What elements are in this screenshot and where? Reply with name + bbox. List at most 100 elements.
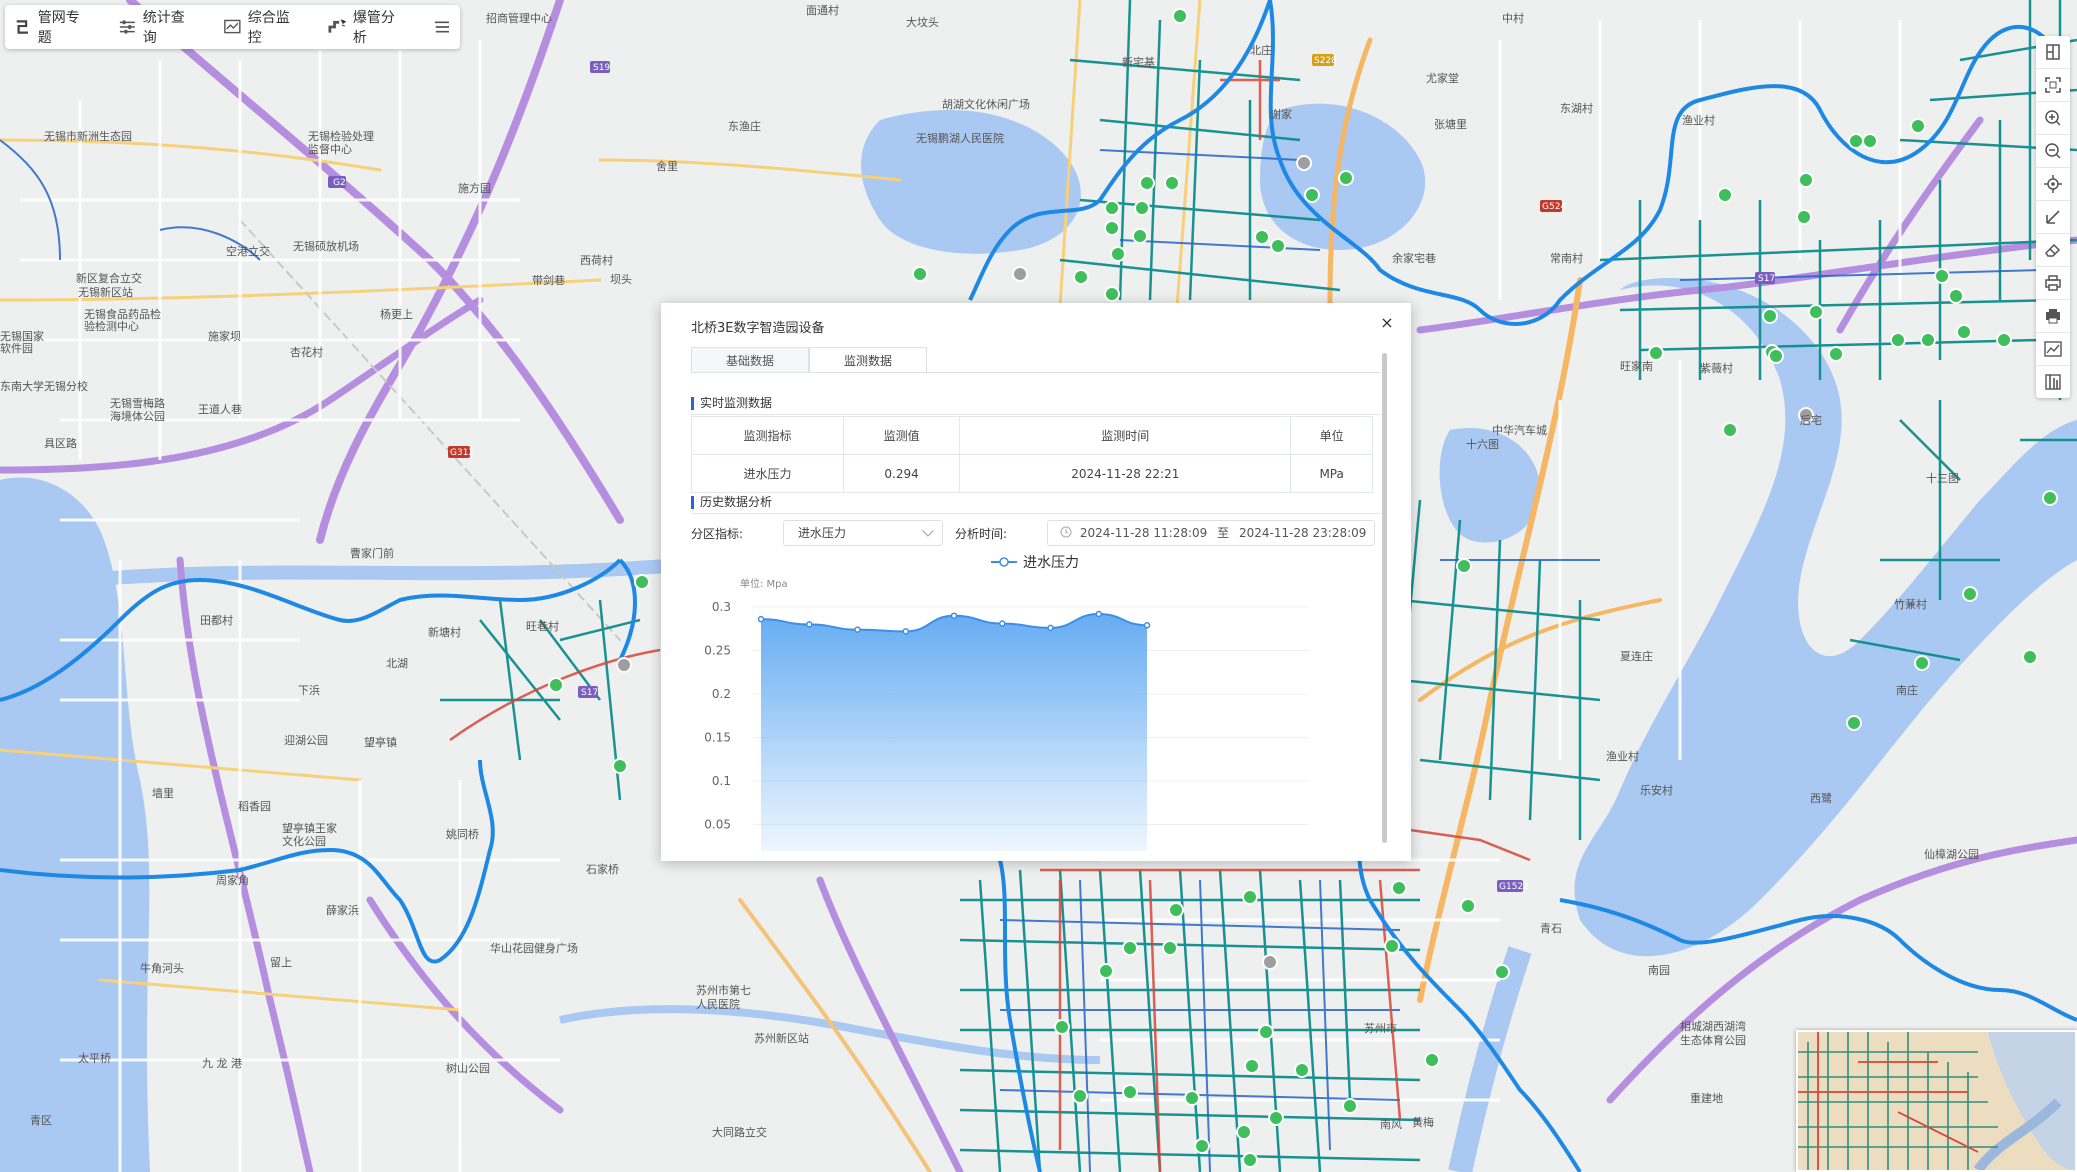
svg-text:S17: S17 (1758, 274, 1775, 284)
svg-text:张塘里: 张塘里 (1434, 117, 1467, 131)
svg-text:G1522: G1522 (1499, 882, 1529, 892)
svg-text:仙樟湖公园: 仙樟湖公园 (1924, 847, 1979, 861)
y-tick-label: 0.1 (712, 774, 731, 788)
svg-text:中华汽车城: 中华汽车城 (1492, 423, 1547, 437)
partition-metric-select[interactable]: 进水压力 (783, 520, 943, 546)
realtime-section-title: 实时监测数据 (691, 397, 772, 410)
svg-text:周家角: 周家角 (216, 873, 249, 887)
svg-text:大同路立交: 大同路立交 (712, 1125, 767, 1139)
svg-text:尤家堂: 尤家堂 (1426, 71, 1459, 85)
zoom-out-icon (2045, 143, 2061, 159)
legend-label: 进水压力 (1023, 555, 1079, 571)
svg-text:施方园: 施方园 (458, 181, 491, 195)
pipe-burst-analysis-button[interactable]: 爆管分析 (328, 7, 405, 47)
network-topic-button[interactable]: 管网专题 (13, 7, 90, 47)
series-area (761, 613, 1147, 851)
svg-text:南风: 南风 (1380, 1118, 1402, 1131)
svg-text:九 龙 港: 九 龙 港 (202, 1057, 242, 1070)
svg-text:软件园: 软件园 (0, 341, 33, 355)
svg-text:无锡国家: 无锡国家 (0, 329, 44, 343)
time-end-value[interactable]: 2024-11-28 23:28:09 (1239, 526, 1366, 540)
measure-button[interactable] (2036, 201, 2070, 234)
svg-text:树山公园: 树山公园 (446, 1061, 490, 1075)
close-icon[interactable]: × (1377, 313, 1397, 332)
integrated-monitor-button[interactable]: 综合监控 (223, 7, 300, 47)
svg-text:生态体育公园: 生态体育公园 (1680, 1033, 1746, 1047)
trend-chart-icon (2044, 341, 2062, 357)
svg-text:G524: G524 (1542, 202, 1566, 212)
data-point[interactable] (757, 615, 765, 623)
table-cell: MPa (1290, 454, 1373, 493)
list-menu-icon[interactable] (433, 17, 452, 37)
svg-text:无锡食品药品检: 无锡食品药品检 (84, 307, 161, 321)
trend-chart-button[interactable] (2036, 333, 2070, 366)
svg-text:施家坝: 施家坝 (208, 329, 241, 343)
data-point[interactable] (1047, 624, 1054, 632)
zoom-in-button[interactable] (2036, 102, 2070, 135)
svg-text:北庄: 北庄 (1250, 43, 1272, 57)
network-topic-icon (16, 20, 28, 34)
table-cell: 进水压力 (691, 454, 844, 493)
svg-text:牛角河头: 牛角河头 (140, 961, 184, 975)
print-preview-button[interactable] (2036, 267, 2070, 300)
overview-minimap[interactable] (1796, 1030, 2077, 1172)
svg-text:空港立交: 空港立交 (226, 244, 270, 258)
y-tick-label: 0.3 (712, 600, 731, 614)
tab-divider (691, 372, 1381, 373)
zoom-out-button[interactable] (2036, 135, 2070, 168)
chevron-down-icon (922, 525, 934, 537)
map-layers-toggle-icon (2046, 44, 2060, 60)
fullscreen-button[interactable] (2036, 69, 2070, 102)
table-header-row: 监测指标 监测值 监测时间 单位 (691, 416, 1373, 455)
y-tick-label: 0.2 (712, 687, 731, 701)
book-button[interactable] (2036, 366, 2070, 398)
svg-text:稻香园: 稻香园 (238, 800, 271, 813)
time-start-value[interactable]: 2024-11-28 11:28:09 (1080, 526, 1207, 540)
svg-text:渔业村: 渔业村 (1682, 113, 1715, 127)
svg-text:S19: S19 (593, 63, 610, 73)
data-point[interactable] (999, 620, 1006, 627)
chart-legend[interactable]: 进水压力 (991, 555, 1079, 571)
data-point[interactable] (806, 621, 813, 628)
table-row: 进水压力 0.294 2024-11-28 22:21 MPa (691, 454, 1373, 493)
tab-basic-data[interactable]: 基础数据 (691, 347, 809, 373)
eraser-button[interactable] (2036, 234, 2070, 267)
printer-button[interactable] (2036, 300, 2070, 333)
data-point[interactable] (1095, 610, 1102, 618)
svg-text:无锡市新洲生态园: 无锡市新洲生态园 (44, 129, 132, 143)
svg-text:田都村: 田都村 (200, 613, 233, 627)
tab-monitor-data[interactable]: 监测数据 (809, 347, 927, 373)
svg-text:西鹭: 西鹭 (1810, 791, 1832, 805)
svg-text:杨更上: 杨更上 (380, 307, 413, 321)
data-point[interactable] (950, 612, 958, 619)
data-point[interactable] (854, 626, 861, 633)
time-separator: 至 (1217, 526, 1230, 540)
locate-icon (2044, 175, 2062, 193)
y-tick-label: 0.15 (704, 731, 731, 745)
svg-text:无锡硕放机场: 无锡硕放机场 (293, 239, 359, 253)
dialog-scrollbar[interactable] (1382, 353, 1387, 843)
analysis-time-range-picker[interactable]: 2024-11-28 11:28:09 至 2024-11-28 23:28:0… (1047, 520, 1375, 546)
svg-text:G2: G2 (333, 178, 346, 188)
data-point[interactable] (902, 628, 909, 635)
svg-text:南园: 南园 (1648, 964, 1670, 977)
svg-text:常南村: 常南村 (1550, 251, 1583, 265)
monitor-chart-icon (224, 19, 241, 34)
svg-text:薛家浜: 薛家浜 (326, 903, 359, 917)
data-point[interactable] (1143, 622, 1151, 629)
svg-text:胡湖文化休闲广场: 胡湖文化休闲广场 (942, 97, 1030, 111)
svg-text:中村: 中村 (1502, 11, 1524, 25)
locate-button[interactable] (2036, 168, 2070, 201)
sliders-icon (119, 20, 135, 34)
statistics-query-button[interactable]: 统计查询 (118, 7, 195, 47)
svg-text:监督中心: 监督中心 (308, 142, 352, 156)
svg-text:东湖村: 东湖村 (1560, 101, 1593, 115)
svg-text:留上: 留上 (270, 956, 292, 969)
svg-text:新区复合立交: 新区复合立交 (76, 271, 142, 285)
layers-toggle-button[interactable] (2036, 36, 2070, 69)
svg-text:相城湖西湖湾: 相城湖西湖湾 (1680, 1019, 1746, 1033)
svg-text:紫薇村: 紫薇村 (1700, 361, 1733, 375)
svg-text:青区: 青区 (30, 1114, 52, 1127)
svg-text:迎湖公园: 迎湖公园 (284, 734, 328, 747)
svg-text:王道人巷: 王道人巷 (198, 402, 242, 416)
